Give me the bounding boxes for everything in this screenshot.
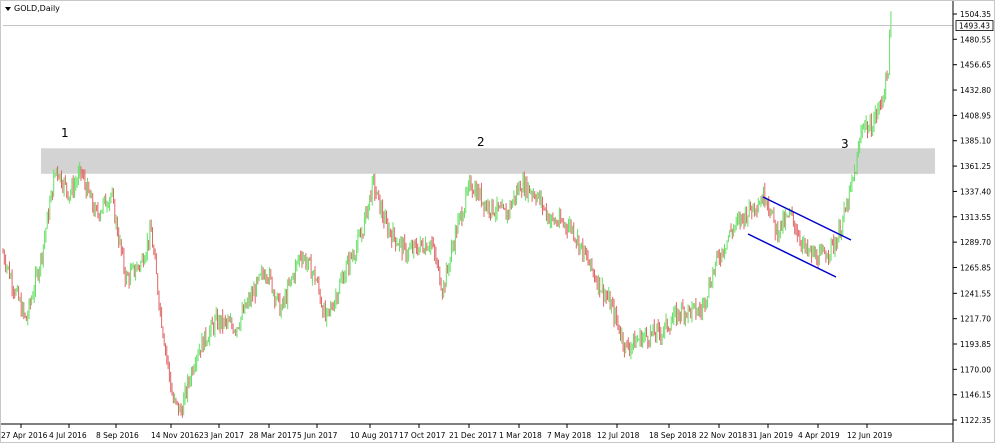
y-tick-label: 1361.25: [960, 162, 991, 171]
chevron-down-icon[interactable]: [5, 6, 11, 11]
x-tick-label: 12 Jun 2019: [847, 431, 892, 440]
x-tick-label: 28 Mar 2017: [249, 431, 297, 440]
annotation-2: 2: [477, 135, 485, 149]
x-tick-label: 22 Nov 2018: [699, 431, 747, 440]
annotation-3: 3: [841, 137, 849, 151]
y-tick-label: 1432.80: [960, 86, 991, 95]
y-tick-label: 1146.15: [960, 391, 991, 400]
x-tick-label: 8 Sep 2016: [96, 431, 139, 440]
x-tick-label: 23 Jan 2017: [199, 431, 244, 440]
x-tick-label: 27 Apr 2016: [1, 431, 48, 440]
x-tick-label: 31 Jan 2019: [748, 431, 793, 440]
y-tick-label: 1170.00: [960, 365, 991, 374]
x-tick-label: 10 Aug 2017: [350, 431, 398, 440]
x-tick-label: 12 Jul 2018: [597, 431, 640, 440]
x-tick-label: 21 Dec 2017: [449, 431, 497, 440]
y-tick-label: 1217.70: [960, 315, 991, 324]
x-tick-label: 1 Mar 2018: [499, 431, 542, 440]
annotation-1: 1: [61, 126, 69, 140]
channel-lower-line: [747, 233, 837, 278]
x-tick-label: 4 Apr 2019: [798, 431, 840, 440]
y-tick-label: 1337.40: [960, 187, 991, 196]
y-tick-label: 1408.95: [960, 111, 991, 120]
y-tick-label: 1289.70: [960, 238, 991, 247]
y-tick-label: 1122.35: [960, 416, 991, 425]
y-tick-label: 1385.10: [960, 137, 991, 146]
y-tick-label: 1456.65: [960, 61, 991, 70]
x-tick-label: 17 Oct 2017: [399, 431, 446, 440]
y-tick-label: 1241.55: [960, 289, 991, 298]
x-tick-label: 4 Jul 2016: [49, 431, 87, 440]
y-tick-label: 1504.35: [960, 10, 991, 19]
resistance-zone: [41, 148, 935, 174]
y-tick-label: 1193.85: [960, 340, 991, 349]
x-tick-label: 5 Jun 2017: [297, 431, 338, 440]
current-price-label: 1493.43: [959, 22, 990, 31]
x-tick-label: 14 Nov 2016: [151, 431, 199, 440]
x-tick-label: 18 Sep 2018: [649, 431, 697, 440]
y-tick-label: 1313.55: [960, 213, 991, 222]
symbol-text: GOLD,Daily: [14, 4, 60, 13]
price-chart[interactable]: 1 2 3 1504.35 1480.55 1456.65 1432.80 1408.95 1…: [1, 1, 994, 442]
symbol-label[interactable]: GOLD,Daily: [5, 4, 60, 13]
x-tick-label: 7 May 2018: [547, 431, 591, 440]
chart-window[interactable]: GOLD,Daily 1 2 3 1504.35 1480.55 1456.65 1432…: [0, 0, 995, 443]
y-tick-label: 1265.85: [960, 263, 991, 272]
y-tick-label: 1480.55: [960, 35, 991, 44]
